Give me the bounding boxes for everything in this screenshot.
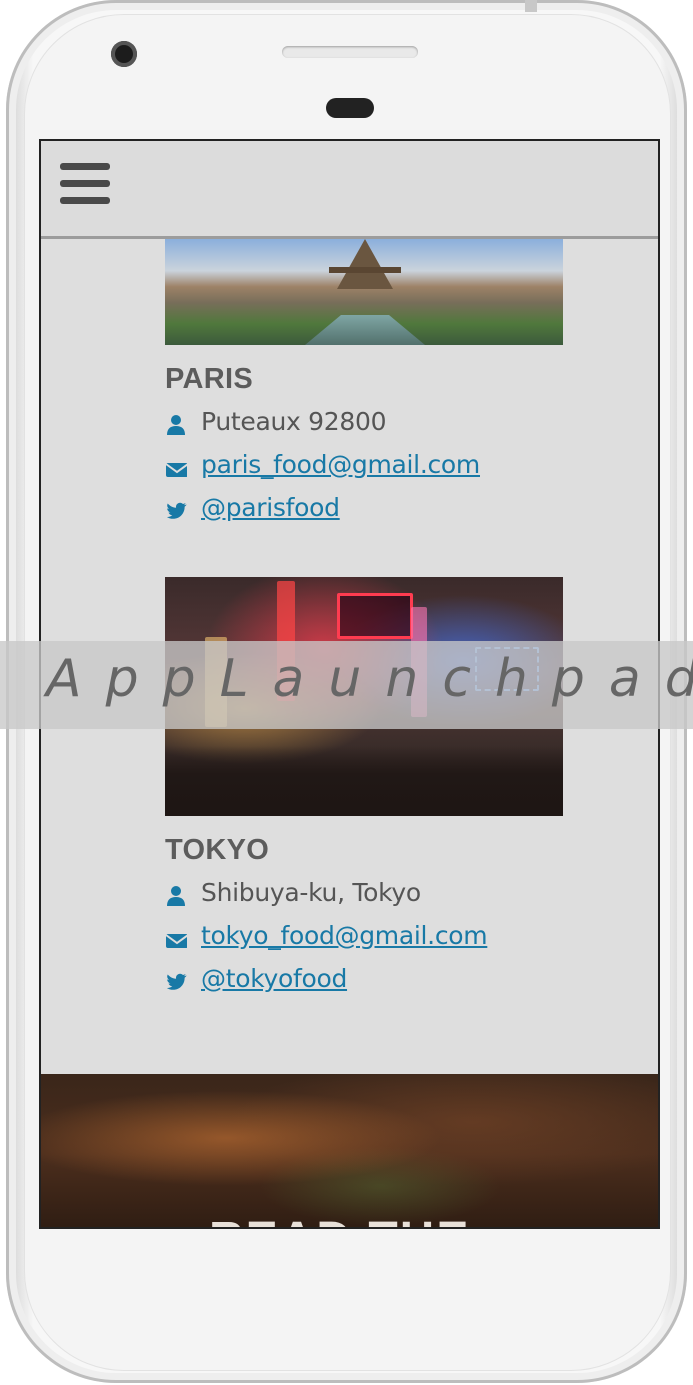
twitter-link[interactable]: @parisfood bbox=[201, 493, 340, 522]
phone-side-button bbox=[525, 0, 537, 12]
front-camera bbox=[111, 41, 137, 67]
city-name: PARIS bbox=[165, 363, 253, 395]
footer-banner-image: READ THE bbox=[41, 1074, 658, 1227]
email-row: tokyo_food@gmail.com bbox=[165, 920, 585, 963]
city-name: TOKYO bbox=[165, 834, 270, 866]
city-card-tokyo: TOKYO Shibuya-ku, Tokyo tokyo_food@gmail… bbox=[165, 834, 585, 1006]
address-text: Puteaux 92800 bbox=[201, 407, 387, 436]
twitter-link[interactable]: @tokyofood bbox=[201, 964, 347, 993]
user-icon bbox=[167, 886, 185, 906]
twitter-icon bbox=[166, 973, 187, 990]
top-nav-bar bbox=[41, 141, 658, 239]
paris-photo bbox=[165, 239, 563, 345]
footer-heading: READ THE bbox=[209, 1212, 470, 1227]
envelope-icon bbox=[165, 463, 187, 477]
address-text: Shibuya-ku, Tokyo bbox=[201, 878, 421, 907]
user-icon bbox=[167, 415, 185, 435]
watermark-text: AppLaunchpad bbox=[46, 649, 693, 709]
watermark-banner: AppLaunchpad bbox=[0, 641, 693, 729]
envelope-icon bbox=[165, 934, 187, 948]
twitter-row: @parisfood bbox=[165, 492, 585, 535]
speaker-grille bbox=[282, 46, 418, 58]
city-card-paris: PARIS Puteaux 92800 paris_food@gmail.com… bbox=[165, 363, 585, 535]
address-row: Shibuya-ku, Tokyo bbox=[165, 877, 585, 920]
twitter-icon bbox=[166, 502, 187, 519]
hamburger-menu-icon[interactable] bbox=[60, 163, 110, 205]
email-link[interactable]: tokyo_food@gmail.com bbox=[201, 921, 488, 950]
email-row: paris_food@gmail.com bbox=[165, 449, 585, 492]
address-row: Puteaux 92800 bbox=[165, 406, 585, 449]
twitter-row: @tokyofood bbox=[165, 963, 585, 1006]
email-link[interactable]: paris_food@gmail.com bbox=[201, 450, 480, 479]
earpiece bbox=[326, 98, 374, 118]
